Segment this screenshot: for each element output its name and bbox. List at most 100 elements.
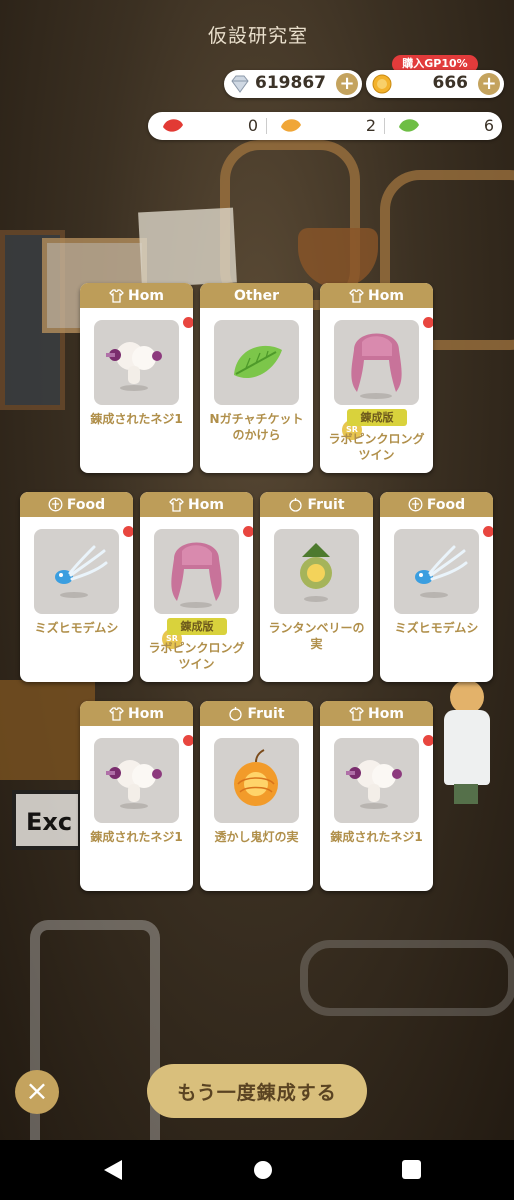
add-coin-button[interactable]: + bbox=[478, 73, 500, 95]
item-name: ラボピンクロングツイン bbox=[148, 641, 245, 671]
card-category: Hom bbox=[320, 701, 433, 726]
recent-apps-icon[interactable] bbox=[402, 1160, 421, 1179]
exc-sign: Exc bbox=[12, 790, 82, 850]
pink-twin-hair-icon bbox=[351, 333, 402, 399]
item-thumbnail bbox=[94, 738, 179, 823]
leaf-counter-bar: 0 2 6 bbox=[148, 112, 502, 140]
screw-item-icon bbox=[106, 760, 162, 809]
red-leaf-counter: 0 bbox=[148, 112, 266, 140]
water-bug-icon bbox=[55, 545, 108, 598]
item-name: ミズヒモデムシ bbox=[394, 621, 479, 635]
result-card[interactable]: Hom 錬成されたネジ1 bbox=[80, 701, 193, 891]
shirt-icon bbox=[349, 706, 364, 721]
item-thumbnail bbox=[94, 320, 179, 405]
item-thumbnail: SR bbox=[154, 529, 239, 649]
item-name: 錬成されたネジ1 bbox=[330, 830, 423, 844]
shirt-icon bbox=[349, 288, 364, 303]
result-card[interactable]: Other Nガチャチケットのかけら bbox=[200, 283, 313, 473]
new-indicator-dot bbox=[423, 317, 433, 328]
card-category: Hom bbox=[80, 283, 193, 308]
card-category: Food bbox=[20, 492, 133, 517]
orange-leaf-icon bbox=[281, 119, 301, 132]
card-category: Hom bbox=[140, 492, 253, 517]
diamond-icon bbox=[231, 75, 249, 93]
item-name: ランタンベリーの実 bbox=[268, 621, 365, 651]
synthesis-version-tag: 錬成版 bbox=[347, 409, 407, 426]
item-thumbnail bbox=[214, 738, 299, 823]
lantern-berry-icon bbox=[300, 543, 332, 602]
diamond-value: 619867 bbox=[255, 73, 326, 93]
result-card[interactable]: Food ミズヒモデムシ bbox=[20, 492, 133, 682]
card-category: Food bbox=[380, 492, 493, 517]
result-card[interactable]: Hom 錬成されたネジ1 bbox=[80, 283, 193, 473]
pink-twin-hair-icon bbox=[171, 542, 222, 608]
new-indicator-dot bbox=[483, 526, 493, 537]
shirt-icon bbox=[109, 706, 124, 721]
physalis-icon bbox=[234, 749, 278, 806]
result-card[interactable]: Fruit 透かし鬼灯の実 bbox=[200, 701, 313, 891]
new-indicator-dot bbox=[183, 317, 193, 328]
card-category: Hom bbox=[80, 701, 193, 726]
lab-character bbox=[440, 680, 494, 805]
card-category: Fruit bbox=[200, 701, 313, 726]
shirt-icon bbox=[109, 288, 124, 303]
new-indicator-dot bbox=[123, 526, 133, 537]
shirt-icon bbox=[169, 497, 184, 512]
card-category: Fruit bbox=[260, 492, 373, 517]
water-bug-icon bbox=[415, 545, 468, 598]
new-indicator-dot bbox=[243, 526, 253, 537]
coil-tube bbox=[300, 940, 514, 1016]
item-name: 錬成されたネジ1 bbox=[90, 412, 183, 426]
synthesis-version-tag: 錬成版 bbox=[167, 618, 227, 635]
card-category: Other bbox=[200, 283, 313, 308]
note-paper bbox=[138, 207, 237, 288]
item-name: ラボピンクロングツイン bbox=[328, 432, 425, 462]
fruit-icon bbox=[228, 706, 243, 721]
leaf-item-icon bbox=[234, 345, 282, 379]
item-thumbnail bbox=[214, 320, 299, 405]
synthesize-again-button[interactable]: もう一度錬成する bbox=[147, 1064, 367, 1118]
item-thumbnail: SR bbox=[334, 320, 419, 440]
item-name: Nガチャチケットのかけら bbox=[209, 412, 304, 442]
card-category-label: Hom bbox=[368, 705, 404, 722]
card-category-label: Hom bbox=[368, 287, 404, 304]
result-card[interactable]: Fruit ランタンベリーの実 bbox=[260, 492, 373, 682]
item-name: 透かし鬼灯の実 bbox=[214, 830, 299, 844]
card-category-label: Fruit bbox=[247, 705, 285, 722]
card-category-label: Hom bbox=[128, 287, 164, 304]
card-category-label: Hom bbox=[188, 496, 224, 513]
green-leaf-counter: 6 bbox=[384, 112, 502, 140]
card-category-label: Fruit bbox=[307, 496, 345, 513]
item-thumbnail bbox=[394, 529, 479, 614]
red-leaf-icon bbox=[163, 119, 183, 132]
orange-leaf-counter: 2 bbox=[266, 112, 384, 140]
item-thumbnail bbox=[34, 529, 119, 614]
home-icon[interactable] bbox=[254, 1161, 272, 1179]
result-card[interactable]: Hom 錬成されたネジ1 bbox=[320, 701, 433, 891]
green-leaf-icon bbox=[399, 119, 419, 132]
card-category: Hom bbox=[320, 283, 433, 308]
new-indicator-dot bbox=[423, 735, 433, 746]
fruit-icon bbox=[288, 497, 303, 512]
card-category-label: Food bbox=[426, 496, 466, 513]
close-button[interactable]: × bbox=[15, 1070, 59, 1114]
coin-counter: 666 + bbox=[366, 70, 504, 98]
page-title: 仮設研究室 bbox=[207, 24, 308, 47]
result-card[interactable]: Hom SR 錬成版ラボピンクロングツイン bbox=[140, 492, 253, 682]
plate-icon bbox=[48, 497, 63, 512]
card-category-label: Food bbox=[66, 496, 106, 513]
card-category-label: Hom bbox=[128, 705, 164, 722]
plate-icon bbox=[408, 497, 423, 512]
result-card[interactable]: Hom SR 錬成版ラボピンクロングツイン bbox=[320, 283, 433, 473]
screw-item-icon bbox=[346, 760, 402, 809]
add-diamond-button[interactable]: + bbox=[336, 73, 358, 95]
coin-icon bbox=[372, 74, 392, 94]
item-name: ミズヒモデムシ bbox=[34, 621, 119, 635]
card-category-label: Other bbox=[234, 287, 279, 304]
back-icon[interactable] bbox=[104, 1160, 122, 1180]
result-card[interactable]: Food ミズヒモデムシ bbox=[380, 492, 493, 682]
item-thumbnail bbox=[334, 738, 419, 823]
item-name: 錬成されたネジ1 bbox=[90, 830, 183, 844]
coin-value: 666 bbox=[432, 73, 469, 93]
screw-item-icon bbox=[106, 342, 162, 391]
